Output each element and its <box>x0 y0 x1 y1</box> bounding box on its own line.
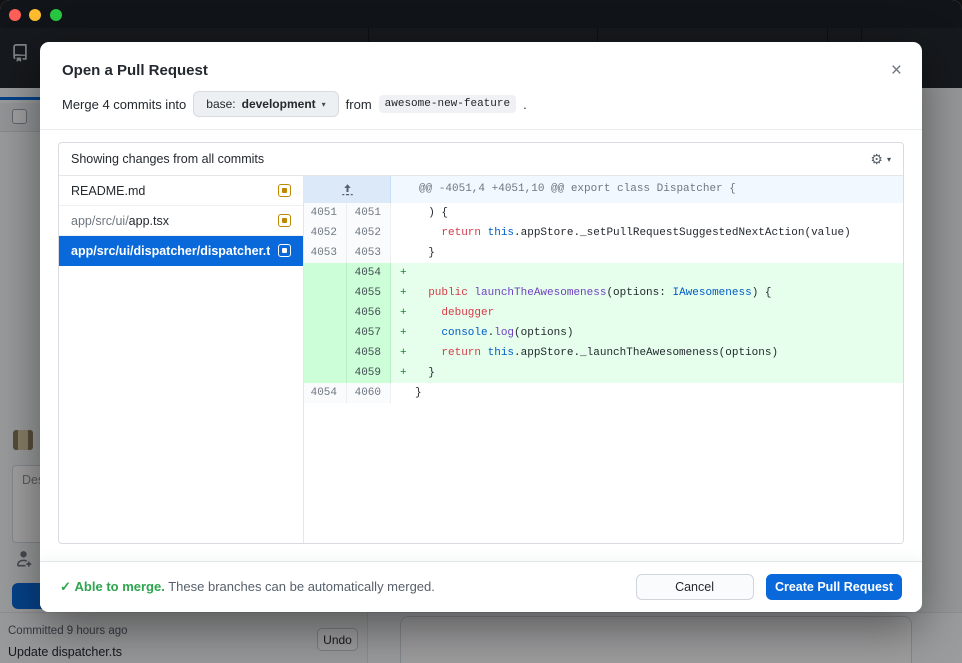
new-line-number: 4052 <box>347 223 391 243</box>
file-row[interactable]: app/src/ui/dispatcher/dispatcher.ts <box>59 236 303 266</box>
dialog-header: Open a Pull Request × <box>40 42 922 79</box>
chevron-down-icon: ▾ <box>887 155 891 164</box>
new-line-number: 4056 <box>347 303 391 323</box>
new-line-number: 4055 <box>347 283 391 303</box>
diff-marker <box>391 203 415 223</box>
code-text: ) { <box>415 203 903 223</box>
diff-marker: + <box>391 263 415 283</box>
code-text: console.log(options) <box>415 323 903 343</box>
diff-line[interactable]: 4054+ <box>304 263 903 283</box>
period-text: . <box>523 97 527 112</box>
code-text: return this.appStore._launchTheAwesomene… <box>415 343 903 363</box>
changes-panel-body: README.md app/src/ui/app.tsx app/src/ui/di… <box>59 176 903 543</box>
from-label: from <box>346 97 372 112</box>
modified-file-icon <box>278 244 291 257</box>
file-row[interactable]: app/src/ui/app.tsx <box>59 206 303 236</box>
new-line-number: 4053 <box>347 243 391 263</box>
old-line-number: 4054 <box>304 383 347 403</box>
diff-options-dropdown[interactable]: ⚙ ▾ <box>870 152 891 166</box>
base-branch-dropdown[interactable]: base: development ▾ <box>193 91 338 117</box>
file-row[interactable]: README.md <box>59 176 303 206</box>
modified-file-icon <box>278 214 291 227</box>
merge-summary-row: Merge 4 commits into base: development ▾… <box>40 79 922 130</box>
head-branch-ref: awesome-new-feature <box>379 95 516 113</box>
close-window-button[interactable] <box>9 9 21 21</box>
code-text: debugger <box>415 303 903 323</box>
old-line-number: 4052 <box>304 223 347 243</box>
changes-panel: Showing changes from all commits ⚙ ▾ REA… <box>58 142 904 544</box>
code-text <box>415 263 903 283</box>
close-dialog-icon[interactable]: × <box>891 62 902 79</box>
diff-line[interactable]: 4059+ } <box>304 363 903 383</box>
merge-status-strong: Able to merge. <box>75 579 165 594</box>
new-line-number: 4060 <box>347 383 391 403</box>
file-path: README.md <box>71 184 270 198</box>
cancel-button[interactable]: Cancel <box>636 574 754 600</box>
diff-line[interactable]: 4056+ debugger <box>304 303 903 323</box>
chevron-down-icon: ▾ <box>322 100 326 109</box>
diff-marker: + <box>391 303 415 323</box>
app-window: Desc Committed 9 hours ago Update dispat… <box>0 0 962 663</box>
merge-prefix-text: Merge 4 commits into <box>62 97 186 112</box>
open-pull-request-dialog: Open a Pull Request × Merge 4 commits in… <box>40 42 922 612</box>
old-line-number: 4051 <box>304 203 347 223</box>
diff-line[interactable]: 4055+ public launchTheAwesomeness(option… <box>304 283 903 303</box>
diff-line[interactable]: 40544060} <box>304 383 903 403</box>
new-line-number: 4051 <box>347 203 391 223</box>
diff-marker: + <box>391 323 415 343</box>
dialog-title: Open a Pull Request <box>62 62 900 79</box>
new-line-number: 4059 <box>347 363 391 383</box>
code-text: } <box>415 383 903 403</box>
old-line-number <box>304 343 347 363</box>
diff-line[interactable]: 40514051 ) { <box>304 203 903 223</box>
file-list: README.md app/src/ui/app.tsx app/src/ui/di… <box>59 176 304 543</box>
create-pull-request-button[interactable]: Create Pull Request <box>766 574 902 600</box>
diff-marker <box>391 223 415 243</box>
hunk-header-text: @@ -4051,4 +4051,10 @@ export class Disp… <box>391 176 903 203</box>
diff-lines: 40514051 ) {40524052 return this.appStor… <box>304 203 903 403</box>
file-path: app/src/ui/dispatcher/dispatcher.ts <box>71 244 270 258</box>
zoom-window-button[interactable] <box>50 9 62 21</box>
diff-marker <box>391 383 415 403</box>
dialog-footer: ✓ Able to merge. These branches can be a… <box>40 561 922 612</box>
diff-marker: + <box>391 283 415 303</box>
diff-line[interactable]: 4058+ return this.appStore._launchTheAwe… <box>304 343 903 363</box>
code-text: } <box>415 243 903 263</box>
old-line-number: 4053 <box>304 243 347 263</box>
old-line-number <box>304 283 347 303</box>
minimize-window-button[interactable] <box>29 9 41 21</box>
diff-line[interactable]: 40524052 return this.appStore._setPullRe… <box>304 223 903 243</box>
new-line-number: 4054 <box>347 263 391 283</box>
modified-file-icon <box>278 184 291 197</box>
base-label: base: <box>206 97 235 111</box>
diff-view: @@ -4051,4 +4051,10 @@ export class Disp… <box>304 176 903 543</box>
base-branch-name: development <box>242 97 316 111</box>
new-line-number: 4057 <box>347 323 391 343</box>
footer-buttons: Cancel Create Pull Request <box>636 574 902 600</box>
code-text: } <box>415 363 903 383</box>
new-line-number: 4058 <box>347 343 391 363</box>
showing-changes-label: Showing changes from all commits <box>71 152 264 166</box>
expand-hunk-up-icon[interactable] <box>304 176 391 203</box>
code-text: public launchTheAwesomeness(options: IAw… <box>415 283 903 303</box>
merge-status: ✓ Able to merge. These branches can be a… <box>60 579 435 595</box>
diff-line[interactable]: 40534053 } <box>304 243 903 263</box>
old-line-number <box>304 303 347 323</box>
diff-marker <box>391 243 415 263</box>
window-controls <box>0 0 80 28</box>
check-icon: ✓ <box>60 579 71 594</box>
old-line-number <box>304 363 347 383</box>
merge-status-rest: These branches can be automatically merg… <box>168 579 435 594</box>
gear-icon: ⚙ <box>870 152 883 166</box>
diff-marker: + <box>391 363 415 383</box>
file-path: app/src/ui/app.tsx <box>71 214 270 228</box>
old-line-number <box>304 263 347 283</box>
hunk-header-row: @@ -4051,4 +4051,10 @@ export class Disp… <box>304 176 903 203</box>
diff-line[interactable]: 4057+ console.log(options) <box>304 323 903 343</box>
code-text: return this.appStore._setPullRequestSugg… <box>415 223 903 243</box>
old-line-number <box>304 323 347 343</box>
changes-panel-header: Showing changes from all commits ⚙ ▾ <box>59 143 903 176</box>
diff-marker: + <box>391 343 415 363</box>
